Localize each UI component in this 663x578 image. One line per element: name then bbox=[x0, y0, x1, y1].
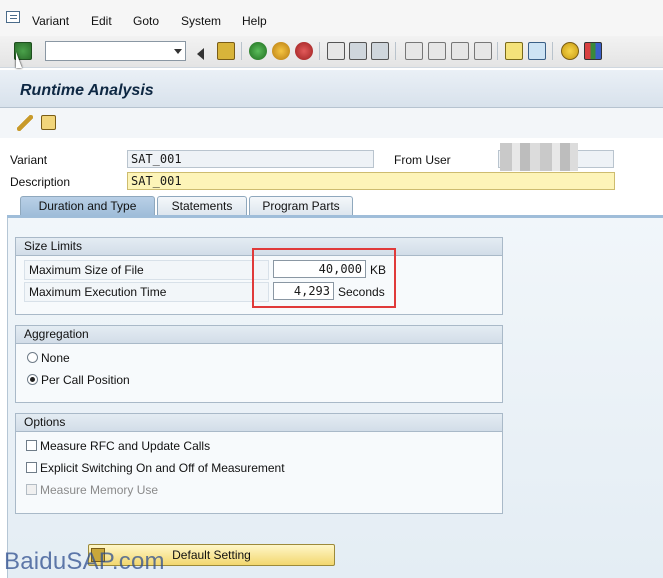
chevron-down-icon[interactable] bbox=[174, 49, 182, 54]
aggregation-group: Aggregation bbox=[15, 325, 503, 403]
menu-item-system[interactable]: System bbox=[181, 14, 221, 28]
menu-icon[interactable] bbox=[6, 11, 20, 23]
max-file-size-label: Maximum Size of File bbox=[24, 260, 269, 280]
checkbox-explicit-switching-label: Explicit Switching On and Off of Measure… bbox=[40, 461, 285, 475]
radio-per-call-position-label: Per Call Position bbox=[41, 373, 130, 387]
command-field[interactable] bbox=[45, 41, 186, 61]
menu-bar: Variant Edit Goto System Help bbox=[0, 0, 663, 36]
new-session-icon[interactable] bbox=[505, 42, 523, 60]
checkbox-measure-rfc[interactable] bbox=[26, 440, 37, 451]
description-label: Description bbox=[10, 175, 71, 189]
shortcut-icon[interactable] bbox=[528, 42, 546, 60]
description-input[interactable]: SAT_001 bbox=[127, 172, 615, 190]
variant-label: Variant bbox=[10, 153, 48, 167]
radio-per-call-position[interactable] bbox=[27, 374, 38, 385]
from-user-value-blurred bbox=[500, 143, 578, 171]
checkbox-explicit-switching[interactable] bbox=[26, 462, 37, 473]
next-page-icon[interactable] bbox=[451, 42, 469, 60]
cancel-icon[interactable] bbox=[295, 42, 313, 60]
tab-duration-and-type[interactable]: Duration and Type bbox=[20, 196, 155, 216]
toolbar-separator bbox=[241, 42, 242, 60]
green-back-icon[interactable] bbox=[249, 42, 267, 60]
default-setting-label: Default Setting bbox=[172, 548, 251, 562]
aggregation-title: Aggregation bbox=[16, 326, 502, 344]
watermark: BaiduSAP.com bbox=[4, 548, 165, 575]
new-object-icon[interactable] bbox=[41, 115, 56, 130]
help-icon[interactable] bbox=[561, 42, 579, 60]
last-page-icon[interactable] bbox=[474, 42, 492, 60]
radio-none[interactable] bbox=[27, 352, 38, 363]
toolbar-separator bbox=[497, 42, 498, 60]
toolbar-separator bbox=[395, 42, 396, 60]
checkbox-measure-memory-label: Measure Memory Use bbox=[40, 483, 159, 497]
variant-field: SAT_001 bbox=[127, 150, 374, 168]
find-next-icon[interactable] bbox=[371, 42, 389, 60]
find-icon[interactable] bbox=[349, 42, 367, 60]
title-bar: Runtime Analysis bbox=[0, 70, 663, 108]
prev-page-icon[interactable] bbox=[428, 42, 446, 60]
menu-item-help[interactable]: Help bbox=[242, 14, 267, 28]
menu-item-goto[interactable]: Goto bbox=[133, 14, 159, 28]
menu-item-variant[interactable]: Variant bbox=[32, 14, 69, 28]
print-icon[interactable] bbox=[327, 42, 345, 60]
from-user-label: From User bbox=[394, 153, 451, 167]
options-title: Options bbox=[16, 414, 502, 432]
exit-icon[interactable] bbox=[272, 42, 290, 60]
application-toolbar bbox=[0, 108, 663, 138]
checkbox-measure-memory bbox=[26, 484, 37, 495]
standard-toolbar bbox=[0, 36, 663, 68]
toolbar-separator bbox=[552, 42, 553, 60]
mouse-cursor-icon bbox=[16, 52, 22, 68]
tab-program-parts[interactable]: Program Parts bbox=[249, 196, 353, 215]
max-exec-time-label: Maximum Execution Time bbox=[24, 282, 269, 302]
checkbox-measure-rfc-label: Measure RFC and Update Calls bbox=[40, 439, 211, 453]
page-title: Runtime Analysis bbox=[20, 82, 154, 99]
highlight-box bbox=[252, 248, 396, 308]
radio-none-label: None bbox=[41, 351, 70, 365]
edit-pencil-icon[interactable] bbox=[17, 115, 33, 131]
tab-statements[interactable]: Statements bbox=[157, 196, 247, 215]
save-icon[interactable] bbox=[217, 42, 235, 60]
layout-icon[interactable] bbox=[584, 42, 602, 60]
first-page-icon[interactable] bbox=[405, 42, 423, 60]
toolbar-separator bbox=[319, 42, 320, 60]
back-arrow-icon[interactable] bbox=[194, 48, 204, 60]
menu-item-edit[interactable]: Edit bbox=[91, 14, 112, 28]
